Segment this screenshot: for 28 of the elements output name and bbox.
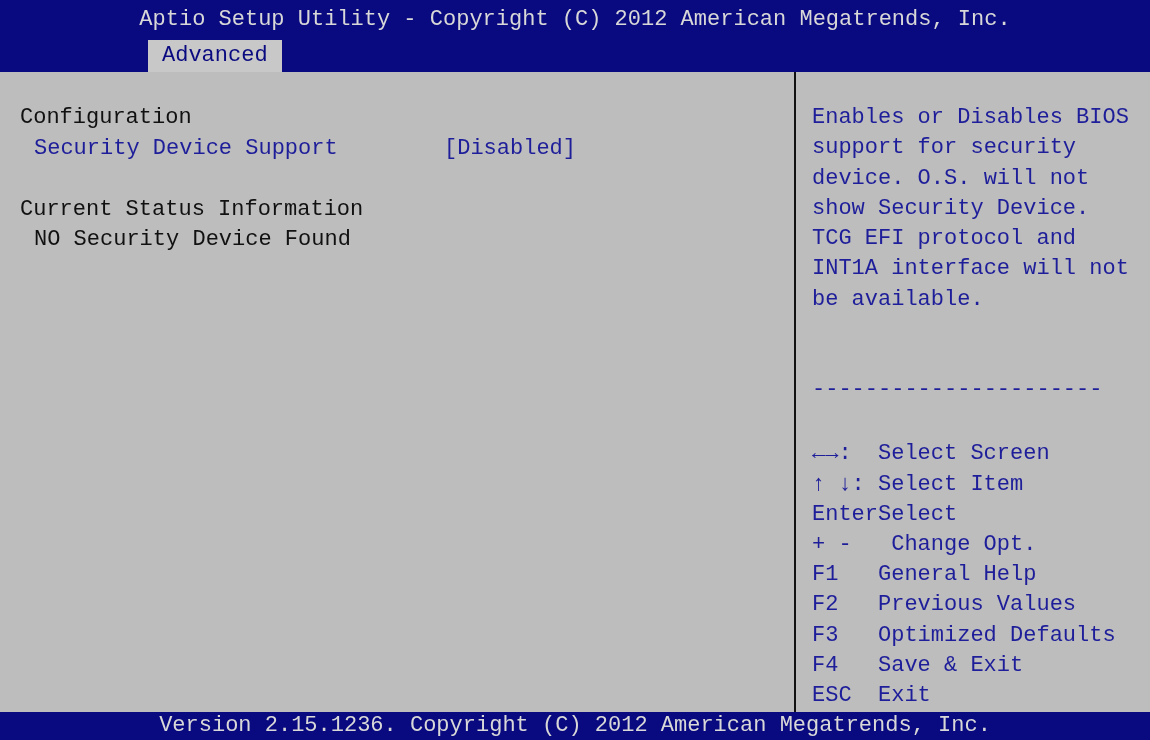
key-action: Optimized Defaults bbox=[878, 621, 1116, 650]
setting-label[interactable]: Security Device Support bbox=[34, 133, 444, 164]
key-name: ESC bbox=[812, 681, 853, 710]
key-action: Select Item bbox=[878, 470, 1024, 499]
section-heading: Current Status Information bbox=[20, 195, 365, 224]
version-bar: Version 2.15.1236. Copyright (C) 2012 American Megatrends, Inc. bbox=[0, 712, 1150, 740]
key-action: Exit bbox=[878, 681, 931, 710]
key-action: General Help bbox=[878, 561, 1037, 590]
key-action: Previous Values bbox=[878, 591, 1077, 620]
help-text: Enables or Disables BIOS support for security device. O.S. will not show Security Device. TCG EFI protocol and INT1A interface will not be available. bbox=[812, 104, 1130, 314]
key-action: Save & Exit bbox=[878, 651, 1024, 680]
key-name: F3 bbox=[812, 621, 840, 650]
key-action: Select Screen bbox=[878, 440, 1050, 469]
key-name: + - bbox=[812, 530, 853, 559]
key-name: Enter bbox=[812, 500, 878, 529]
status-text: NO Security Device Found bbox=[33, 226, 352, 254]
window-title: Aptio Setup Utility - Copyright (C) 2012 American Megatrends, Inc. bbox=[138, 6, 1012, 34]
menu-tab[interactable]: Advanced bbox=[148, 40, 282, 72]
key-name: ↑ ↓: bbox=[812, 470, 866, 499]
key-name: F2 bbox=[812, 591, 840, 620]
key-action: Select bbox=[878, 500, 958, 529]
separator-line: ---------------------- bbox=[812, 376, 1104, 405]
key-name: F1 bbox=[812, 561, 840, 590]
key-name: ←→: bbox=[812, 440, 853, 469]
setting-value[interactable]: [Disabled] bbox=[444, 133, 577, 164]
section-heading: Configuration bbox=[20, 104, 193, 132]
key-name: F4 bbox=[812, 651, 840, 680]
key-action: Change Opt. bbox=[890, 530, 1037, 559]
